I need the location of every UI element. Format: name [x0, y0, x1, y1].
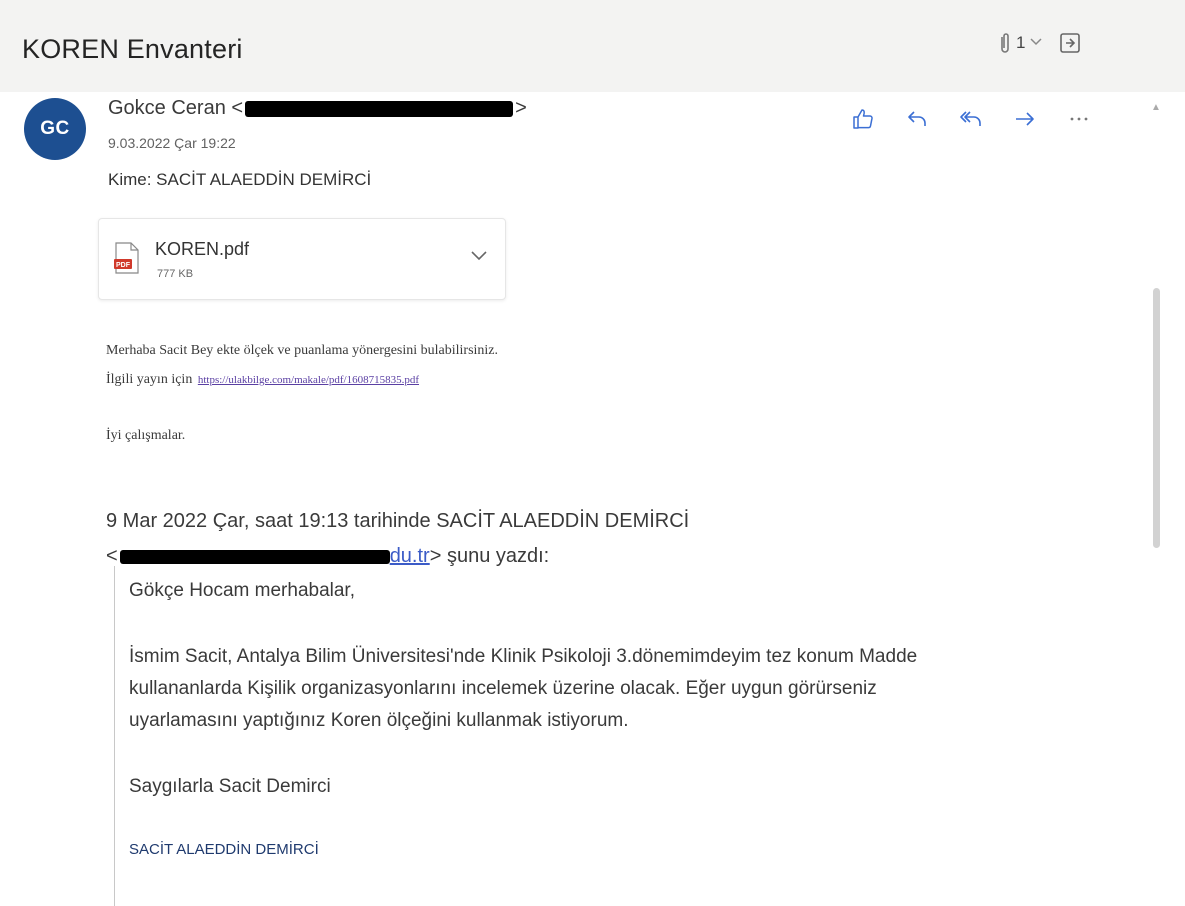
open-in-new-window-icon[interactable] — [1059, 32, 1081, 54]
quoted-paragraph-line: kullananlarda Kişilik organizasyonlarını… — [129, 678, 877, 699]
svg-text:PDF: PDF — [116, 262, 131, 269]
scrollbar-thumb[interactable] — [1153, 288, 1160, 548]
thumbs-up-icon[interactable] — [848, 104, 878, 134]
pdf-file-icon: PDF — [113, 241, 141, 275]
sender-name[interactable]: Gokce Ceran < — [108, 97, 243, 119]
vertical-scrollbar[interactable]: ▲ — [1145, 96, 1167, 899]
recipient-line[interactable]: Kime: SACİT ALAEDDİN DEMİRCİ — [108, 170, 371, 190]
quoted-signature: SACİT ALAEDDİN DEMİRCİ — [129, 841, 319, 858]
attachment-card[interactable]: PDF KOREN.pdf 777 KB — [98, 218, 506, 300]
quoted-signoff: Saygılarla Sacit Demirci — [129, 776, 331, 797]
conversation-header: KOREN Envanteri 1 — [0, 0, 1185, 92]
message-actions — [848, 104, 1094, 134]
quoted-email-link[interactable]: du.tr — [390, 545, 430, 567]
sender-avatar[interactable]: GC — [24, 98, 86, 160]
more-icon[interactable] — [1064, 104, 1094, 134]
quoted-header-line-1: 9 Mar 2022 Çar, saat 19:13 tarihinde SAC… — [106, 510, 690, 532]
body-line-1: Merhaba Sacit Bey ekte ölçek ve puanlama… — [106, 343, 499, 358]
sender-line: Gokce Ceran < > — [108, 97, 527, 120]
body-line-3: İyi çalışmalar. — [106, 428, 186, 443]
forward-icon[interactable] — [1010, 104, 1040, 134]
quoted-message: Gökçe Hocam merhabalar, İsmim Sacit, Ant… — [114, 566, 1115, 906]
reply-icon[interactable] — [902, 104, 932, 134]
quoted-header-tail: > şunu yazdı: — [429, 545, 550, 567]
email-subject: KOREN Envanteri — [22, 34, 243, 64]
attachment-count[interactable]: 1 — [1016, 33, 1025, 53]
body-line-2: İlgili yayın için https://ulakbilge.com/… — [106, 372, 419, 388]
attachment-filename[interactable]: KOREN.pdf — [155, 239, 249, 260]
quoted-header-line-2: < du.tr> şunu yazdı: — [106, 545, 549, 568]
reply-all-icon[interactable] — [956, 104, 986, 134]
quoted-paragraph-line: İsmim Sacit, Antalya Bilim Üniversitesi'… — [129, 646, 918, 667]
publication-link[interactable]: https://ulakbilge.com/makale/pdf/1608715… — [198, 374, 419, 386]
chevron-down-icon[interactable] — [1029, 34, 1043, 52]
scroll-up-arrow-icon[interactable]: ▲ — [1151, 102, 1161, 113]
redacted-email — [245, 100, 514, 117]
body-line-2-prefix: İlgili yayın için — [106, 372, 193, 387]
message-datetime: 9.03.2022 Çar 19:22 — [108, 135, 236, 151]
sender-suffix: > — [515, 97, 527, 119]
header-tools: 1 — [996, 30, 1081, 56]
attachment-size: 777 KB — [157, 268, 194, 280]
redacted-email — [119, 549, 390, 564]
quoted-greeting: Gökçe Hocam merhabalar, — [129, 580, 355, 601]
chevron-down-icon[interactable] — [469, 249, 489, 265]
quoted-paragraph-line: uyarlamasını yaptığınız Koren ölçeğini k… — [129, 710, 629, 731]
quoted-header-lt: < — [106, 545, 118, 567]
paperclip-icon[interactable] — [996, 30, 1014, 56]
